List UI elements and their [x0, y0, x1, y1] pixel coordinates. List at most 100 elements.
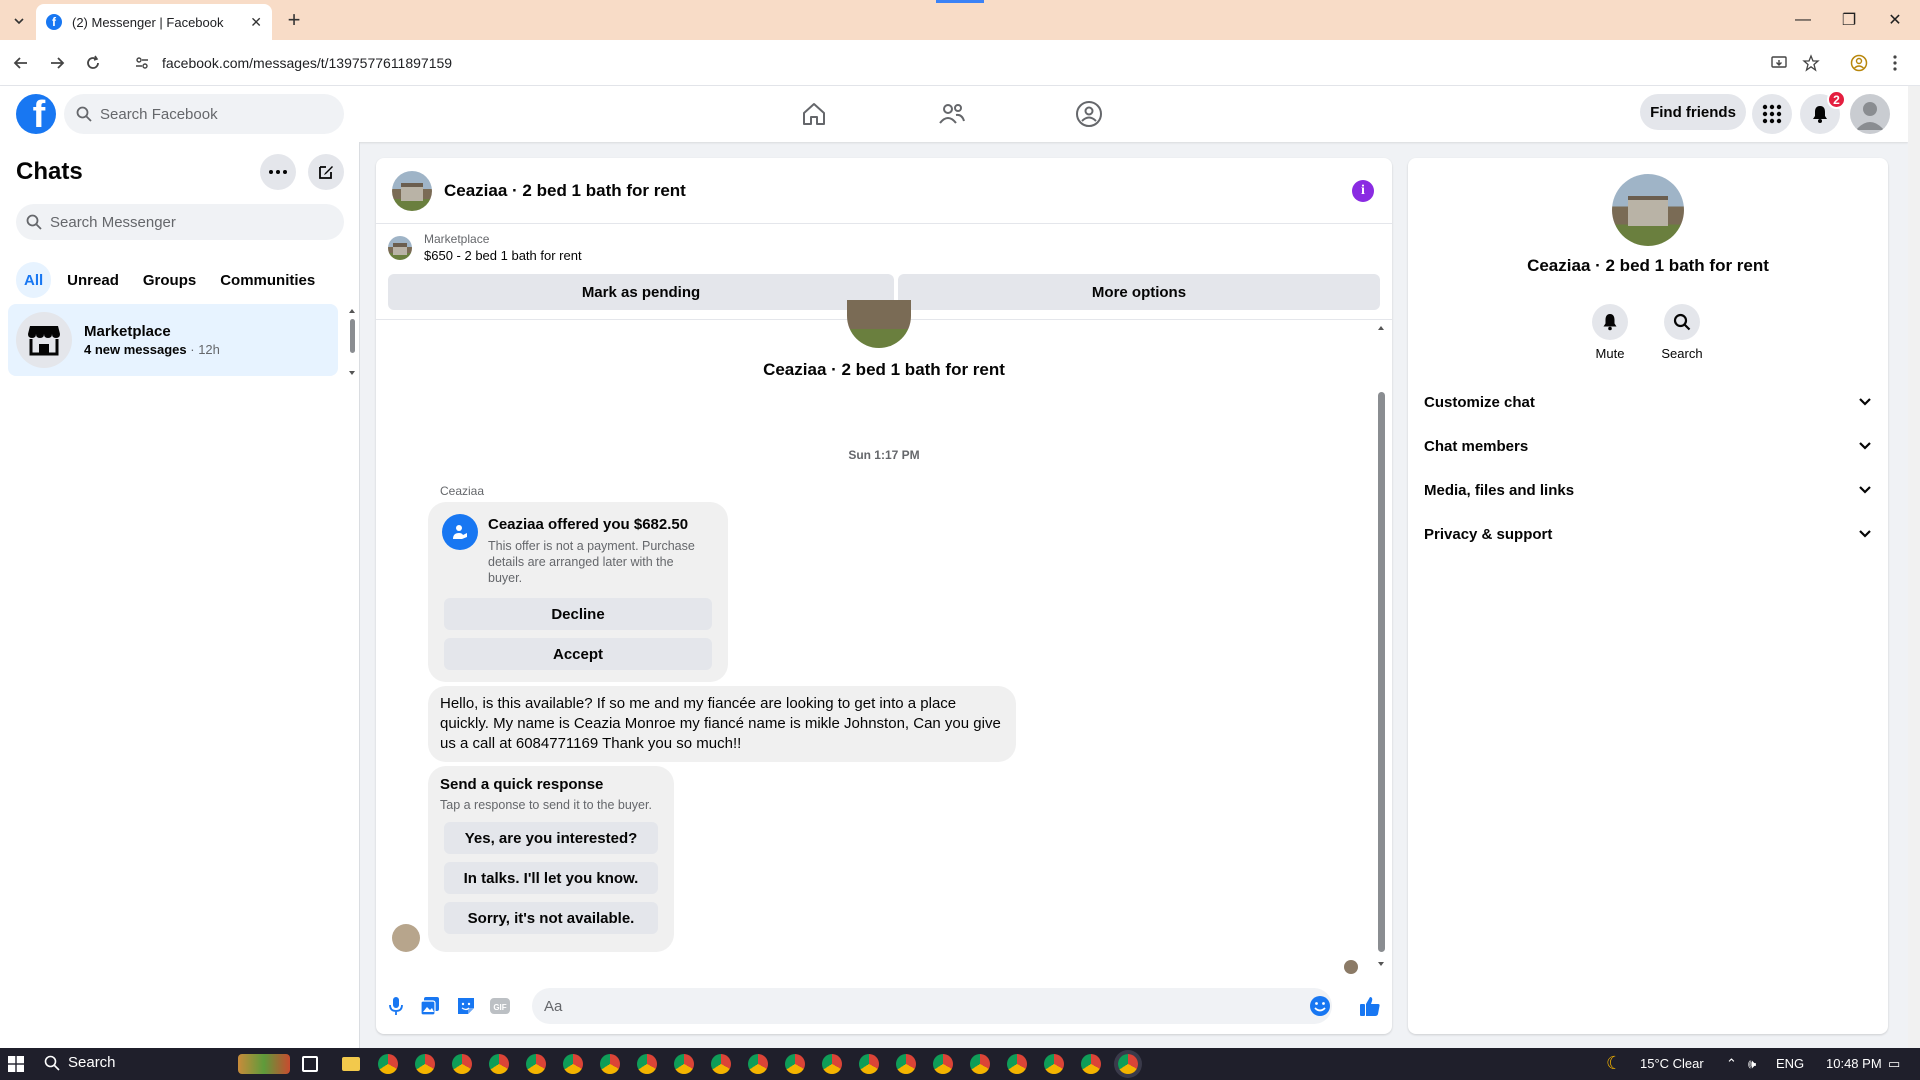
sender-avatar[interactable] — [392, 924, 420, 952]
chrome-icon[interactable] — [822, 1054, 842, 1074]
message-input-box[interactable] — [532, 988, 1332, 1024]
tab-search-chevron-icon[interactable] — [8, 10, 30, 32]
chrome-icon[interactable] — [674, 1054, 694, 1074]
mute-bell-icon[interactable] — [1592, 304, 1628, 340]
groups-nav-icon[interactable] — [1059, 94, 1119, 134]
mark-as-pending-button[interactable]: Mark as pending — [388, 274, 894, 310]
chrome-icon[interactable] — [452, 1054, 472, 1074]
thread-scrollbar-thumb[interactable] — [1378, 392, 1385, 952]
file-explorer-icon[interactable] — [342, 1057, 360, 1071]
page-scrollbar[interactable] — [1908, 86, 1920, 1048]
browser-tab-active[interactable]: f (2) Messenger | Facebook ✕ — [36, 4, 272, 40]
search-action[interactable]: Search — [1652, 304, 1712, 361]
close-window-icon[interactable]: ✕ — [1872, 8, 1918, 32]
gif-icon[interactable]: GIF — [488, 994, 512, 1018]
taskbar-search[interactable]: Search — [44, 1054, 116, 1071]
notification-center-icon[interactable]: ▭ — [1888, 1056, 1900, 1072]
facebook-logo-icon[interactable]: f — [16, 94, 56, 134]
more-options-button[interactable]: More options — [898, 274, 1380, 310]
task-view-icon[interactable] — [302, 1056, 318, 1072]
chrome-icon[interactable] — [489, 1054, 509, 1074]
messenger-search-box[interactable] — [16, 204, 344, 240]
weather-text[interactable]: 15°C Clear — [1640, 1056, 1704, 1071]
chrome-icon[interactable] — [415, 1054, 435, 1074]
microphone-icon[interactable] — [384, 994, 408, 1018]
find-friends-button[interactable]: Find friends — [1640, 94, 1746, 130]
listing-title[interactable]: $650 - 2 bed 1 bath for rent — [424, 248, 582, 263]
chrome-icon[interactable] — [378, 1054, 398, 1074]
chrome-icon[interactable] — [1044, 1054, 1064, 1074]
language-indicator[interactable]: ENG — [1776, 1056, 1804, 1071]
chrome-icon[interactable] — [1081, 1054, 1101, 1074]
browser-menu-icon[interactable] — [1884, 52, 1906, 74]
chrome-icon[interactable] — [711, 1054, 731, 1074]
photo-attach-icon[interactable] — [418, 994, 442, 1018]
conversation-title[interactable]: Ceaziaa · 2 bed 1 bath for rent — [444, 181, 686, 201]
chrome-icon[interactable] — [970, 1054, 990, 1074]
chrome-icon[interactable] — [896, 1054, 916, 1074]
search-icon[interactable] — [1664, 304, 1700, 340]
mute-action[interactable]: Mute — [1580, 304, 1640, 361]
chrome-icon[interactable] — [1007, 1054, 1027, 1074]
taskbar-widget-icon[interactable] — [238, 1054, 290, 1074]
messenger-search-input[interactable] — [50, 213, 270, 231]
url-omnibox[interactable]: facebook.com/messages/t/1397577611897159 — [122, 47, 1802, 79]
windows-start-icon[interactable] — [8, 1056, 24, 1072]
reload-icon[interactable] — [82, 52, 104, 74]
filter-groups[interactable]: Groups — [135, 262, 204, 298]
chrome-icon[interactable] — [859, 1054, 879, 1074]
browser-profile-icon[interactable] — [1848, 52, 1870, 74]
media-files-links-row[interactable]: Media, files and links — [1424, 468, 1872, 512]
chrome-icon[interactable] — [637, 1054, 657, 1074]
message-input[interactable] — [544, 997, 1264, 1015]
menu-grid-icon[interactable] — [1752, 94, 1792, 134]
site-settings-icon[interactable] — [134, 55, 150, 71]
restore-icon[interactable]: ❐ — [1826, 8, 1872, 32]
decline-offer-button[interactable]: Decline — [444, 598, 712, 630]
listing-thumbnail[interactable] — [392, 170, 432, 211]
filter-communities[interactable]: Communities — [212, 262, 323, 298]
chrome-icon[interactable] — [748, 1054, 768, 1074]
quick-response-yes-button[interactable]: Yes, are you interested? — [444, 822, 658, 854]
new-message-icon[interactable] — [308, 154, 344, 190]
install-app-icon[interactable] — [1768, 52, 1790, 74]
friends-nav-icon[interactable] — [922, 94, 982, 134]
quick-response-in-talks-button[interactable]: In talks. I'll let you know. — [444, 862, 658, 894]
account-avatar[interactable] — [1850, 94, 1890, 134]
chat-members-row[interactable]: Chat members — [1424, 424, 1872, 468]
chat-list-scrollbar[interactable] — [348, 307, 356, 377]
quick-response-not-available-button[interactable]: Sorry, it's not available. — [444, 902, 658, 934]
notifications-bell-icon[interactable]: 2 — [1800, 90, 1846, 134]
more-options-icon[interactable] — [260, 154, 296, 190]
accept-offer-button[interactable]: Accept — [444, 638, 712, 670]
bookmark-star-icon[interactable] — [1800, 52, 1822, 74]
listing-profile-image[interactable] — [1612, 174, 1684, 246]
back-arrow-icon[interactable] — [10, 52, 32, 74]
filter-all[interactable]: All — [16, 262, 52, 298]
minimize-icon[interactable]: — — [1780, 8, 1826, 32]
chat-list-item-marketplace[interactable]: Marketplace 4 new messages · 12h — [8, 304, 338, 376]
new-tab-plus-icon[interactable]: + — [282, 7, 306, 32]
tab-close-icon[interactable]: ✕ — [250, 14, 262, 31]
filter-unread[interactable]: Unread — [59, 262, 127, 298]
facebook-search-box[interactable] — [64, 94, 344, 134]
sticker-icon[interactable] — [454, 994, 478, 1018]
home-nav-icon[interactable] — [784, 94, 844, 134]
chrome-icon-active[interactable] — [1118, 1054, 1138, 1074]
facebook-search-input[interactable] — [100, 105, 320, 123]
thread-scrollbar[interactable] — [1376, 324, 1386, 974]
speaker-icon[interactable]: 🕪 — [1748, 1056, 1756, 1072]
tray-chevron-up-icon[interactable]: ⌃ — [1726, 1056, 1737, 1072]
chrome-icon[interactable] — [563, 1054, 583, 1074]
thumbs-up-icon[interactable] — [1358, 994, 1382, 1018]
info-icon[interactable]: i — [1352, 180, 1374, 202]
forward-arrow-icon[interactable] — [46, 52, 68, 74]
chrome-icon[interactable] — [933, 1054, 953, 1074]
clock[interactable]: 10:48 PM — [1826, 1056, 1882, 1071]
customize-chat-row[interactable]: Customize chat — [1424, 380, 1872, 424]
chrome-icon[interactable] — [526, 1054, 546, 1074]
chrome-icon[interactable] — [600, 1054, 620, 1074]
privacy-support-row[interactable]: Privacy & support — [1424, 512, 1872, 556]
chrome-icon[interactable] — [785, 1054, 805, 1074]
emoji-icon[interactable] — [1308, 994, 1332, 1018]
